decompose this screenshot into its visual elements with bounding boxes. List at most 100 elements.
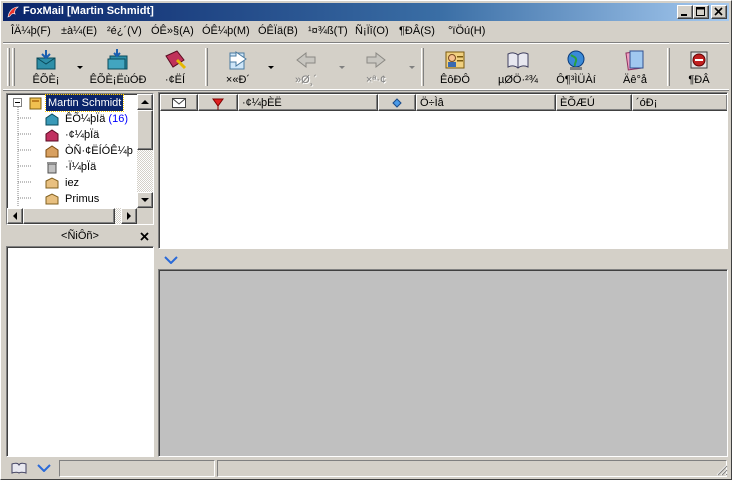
- book-button[interactable]: µØÖ·²¾: [491, 46, 545, 88]
- reply-all-button[interactable]: »Ø¸´: [283, 46, 329, 88]
- inbox-label: ÊÕ¼þÏä: [65, 113, 106, 125]
- message-list[interactable]: ·¢¼þÈË Ö÷Ìâ ÈÕÆÚ ´óÐ¡: [158, 92, 728, 249]
- book-icon[interactable]: [11, 462, 27, 474]
- receive-label: ÊÕÈ¡: [32, 74, 60, 86]
- scroll-up-button[interactable]: [137, 94, 153, 110]
- maximize-icon: [696, 7, 705, 16]
- scroll-left-button[interactable]: [7, 208, 23, 224]
- close-button[interactable]: [711, 5, 727, 19]
- forward-button[interactable]: ×ª·¢: [351, 46, 401, 88]
- reply-all-icon: [296, 51, 316, 69]
- forward-icon: [366, 51, 386, 69]
- arrow-down-icon: [141, 198, 149, 202]
- compose-label: ·¢ËÍ: [164, 74, 186, 86]
- book-label: µØÖ·²¾: [498, 74, 538, 86]
- address-book-button[interactable]: ÊôÐÔ: [431, 46, 479, 88]
- notes-button[interactable]: Äê°å: [611, 46, 659, 88]
- arrow-up-icon: [141, 100, 149, 104]
- forward-dropdown-icon[interactable]: [409, 66, 415, 69]
- menu-file[interactable]: ÎÄ¼þ(F): [9, 24, 53, 39]
- tree-item-account[interactable]: Martin Schmidt: [7, 94, 137, 112]
- menu-options[interactable]: Ñ¡Ïî(O): [353, 24, 391, 39]
- scroll-right-button[interactable]: [121, 208, 137, 224]
- arrow-right-icon: [127, 212, 131, 220]
- menu-view[interactable]: ²é¿´(V): [105, 24, 144, 39]
- column-priority[interactable]: [378, 94, 416, 111]
- tree-label: iez: [65, 177, 80, 189]
- reply-all-dropdown-icon[interactable]: [339, 66, 345, 69]
- forward-label: ×ª·¢: [365, 74, 387, 86]
- resize-grip-icon[interactable]: [716, 464, 728, 476]
- minimize-button[interactable]: [677, 5, 693, 19]
- maximize-button[interactable]: [693, 5, 709, 19]
- receive-button[interactable]: ÊÕÈ¡: [21, 46, 71, 88]
- tree-horizontal-scrollbar[interactable]: [7, 208, 137, 224]
- anti-spam-label: ¶ÐÂ: [688, 74, 710, 86]
- chevron-down-icon[interactable]: [164, 256, 178, 264]
- inbox-icon: [45, 113, 59, 126]
- close-icon[interactable]: [138, 230, 152, 244]
- status-bar: [3, 459, 729, 477]
- menu-tools[interactable]: ¹¤¾ß(T): [306, 24, 350, 39]
- preview-pane[interactable]: [158, 269, 728, 457]
- preview-splitter[interactable]: [158, 251, 728, 269]
- scroll-down-button[interactable]: [137, 192, 153, 208]
- envelope-icon: [172, 98, 186, 108]
- tree-item-trash[interactable]: ·Ï¼þÏä: [7, 159, 137, 175]
- contacts-pane[interactable]: [6, 246, 154, 457]
- menu-help[interactable]: °ïÖú(H): [446, 24, 487, 39]
- tree-item-primus[interactable]: Primus: [7, 191, 137, 207]
- receive-dropdown-icon[interactable]: [77, 66, 83, 69]
- close-icon: [714, 7, 723, 16]
- tree-item-sent[interactable]: ÒÑ·¢ËÍÓÊ¼þ: [7, 143, 137, 159]
- tree-item-inbox[interactable]: ÊÕ¼þÏä (16): [7, 111, 137, 127]
- scroll-thumb[interactable]: [23, 208, 115, 224]
- receive-mail-icon: [36, 50, 56, 70]
- tree-label: ÒÑ·¢ËÍÓÊ¼þ: [65, 145, 133, 157]
- column-envelope[interactable]: [160, 94, 198, 111]
- book-icon: [507, 52, 529, 69]
- menu-edit[interactable]: ±à¼­(E): [59, 24, 99, 39]
- toolbar-grip[interactable]: [12, 48, 15, 86]
- notes-icon: [625, 50, 644, 71]
- priority-icon: [392, 98, 402, 108]
- menu-mailbox[interactable]: ÓÊÏä(B): [256, 24, 300, 39]
- column-size[interactable]: ´óÐ¡: [632, 94, 727, 111]
- folder-icon: [45, 193, 59, 205]
- tree-vertical-scrollbar[interactable]: [137, 94, 153, 208]
- menu-account[interactable]: ÓÊ»§(A): [149, 24, 196, 39]
- scroll-corner: [137, 208, 153, 224]
- remote-manage-label: Ô¶³ÌÜÀí: [556, 74, 596, 86]
- column-flag[interactable]: [198, 94, 238, 111]
- scroll-thumb[interactable]: [137, 110, 153, 150]
- receive-all-button[interactable]: ÊÕÈ¡ËùÓÐ: [87, 46, 149, 88]
- sent-icon: [45, 145, 59, 158]
- reply-button[interactable]: ×«Ð´: [215, 46, 261, 88]
- tree-label: ÊÕ¼þÏä (16): [63, 111, 130, 127]
- address-book-icon: [445, 51, 465, 69]
- notes-label: Äê°å: [623, 74, 647, 86]
- compose-mail-icon: [165, 50, 187, 70]
- toolbar-separator: [421, 48, 424, 86]
- trash-icon: [47, 162, 57, 174]
- title-bar[interactable]: FoxMail [Martin Schmidt]: [3, 3, 729, 21]
- column-date[interactable]: ÈÕÆÚ: [556, 94, 632, 111]
- status-cell: [59, 460, 215, 477]
- tree-item-outbox[interactable]: ·¢¼þÏä: [7, 127, 137, 143]
- toolbar-grip[interactable]: [7, 48, 10, 86]
- tree-item-iez[interactable]: iez: [7, 175, 137, 191]
- column-sender[interactable]: ·¢¼þÈË: [238, 94, 378, 111]
- contacts-header: <ÑiÔñ>: [61, 230, 99, 242]
- remote-manage-button[interactable]: Ô¶³ÌÜÀí: [551, 46, 601, 88]
- address-book-label: ÊôÐÔ: [440, 74, 470, 86]
- menu-subscribe[interactable]: ¶ÐÂ(S): [397, 24, 437, 39]
- anti-spam-button[interactable]: ¶ÐÂ: [675, 46, 723, 88]
- compose-button[interactable]: ·¢ËÍ: [153, 46, 197, 88]
- toolbar-separator: [205, 48, 208, 86]
- chevron-down-icon[interactable]: [37, 464, 51, 472]
- reply-dropdown-icon[interactable]: [268, 66, 274, 69]
- menu-mail[interactable]: ÓÊ¼þ(M): [200, 24, 252, 39]
- anti-spam-icon: [690, 51, 708, 69]
- flag-icon: [212, 98, 224, 110]
- column-subject[interactable]: Ö÷Ìâ: [416, 94, 556, 111]
